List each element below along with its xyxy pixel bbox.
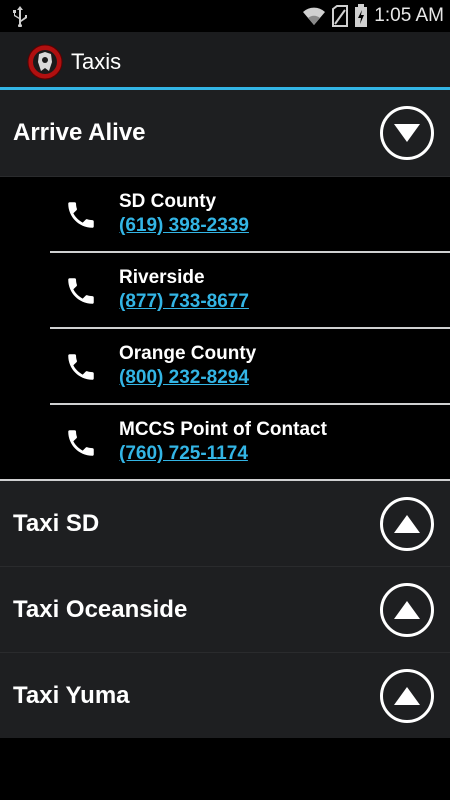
phone-icon[interactable] <box>64 426 98 460</box>
usb-icon <box>13 6 27 27</box>
expand-button[interactable] <box>380 497 434 551</box>
wifi-icon <box>303 7 326 25</box>
contact-phone-link[interactable]: (619) 398-2339 <box>119 215 249 237</box>
section-header-arrive-alive[interactable]: Arrive Alive <box>0 90 450 177</box>
collapse-button[interactable] <box>380 106 434 160</box>
contact-name: SD County <box>119 191 217 212</box>
contact-phone-link[interactable]: (800) 232-8294 <box>119 367 249 389</box>
empty-area <box>0 738 450 800</box>
expand-button[interactable] <box>380 669 434 723</box>
contact-name: MCCS Point of Contact <box>119 419 327 440</box>
contact-name: Orange County <box>119 343 257 364</box>
contact-item[interactable]: MCCS Point of Contact (760) 725-1174 <box>0 405 450 481</box>
section-title: Taxi Yuma <box>13 682 130 709</box>
chevron-up-icon <box>394 515 420 533</box>
status-time: 1:05 AM <box>374 5 444 26</box>
section-title: Taxi Oceanside <box>13 596 188 623</box>
contact-item[interactable]: Riverside (877) 733-8677 <box>0 253 450 329</box>
contact-name: Riverside <box>119 267 205 288</box>
phone-icon[interactable] <box>64 350 98 384</box>
section-header-taxi-yuma[interactable]: Taxi Yuma <box>0 653 450 739</box>
expand-button[interactable] <box>380 583 434 637</box>
no-sim-icon <box>332 5 349 27</box>
section-list: Arrive Alive SD County (619) 398-2339 Ri… <box>0 90 450 739</box>
app-logo[interactable] <box>27 44 63 80</box>
phone-icon[interactable] <box>64 274 98 308</box>
contact-phone-link[interactable]: (877) 733-8677 <box>119 291 249 313</box>
chevron-down-icon <box>394 124 420 142</box>
battery-icon <box>355 4 368 27</box>
contact-item[interactable]: SD County (619) 398-2339 <box>0 177 450 253</box>
action-bar: Taxis <box>0 32 450 90</box>
page-title: Taxis <box>71 49 122 74</box>
section-header-taxi-sd[interactable]: Taxi SD <box>0 481 450 567</box>
section-title: Taxi SD <box>13 510 100 537</box>
section-title: Arrive Alive <box>13 119 146 146</box>
status-bar: 1:05 AM <box>0 0 450 32</box>
chevron-up-icon <box>394 687 420 705</box>
contact-list: SD County (619) 398-2339 Riverside (877)… <box>0 177 450 481</box>
contact-item[interactable]: Orange County (800) 232-8294 <box>0 329 450 405</box>
phone-icon[interactable] <box>64 198 98 232</box>
section-header-taxi-oceanside[interactable]: Taxi Oceanside <box>0 567 450 653</box>
contact-phone-link[interactable]: (760) 725-1174 <box>119 443 248 465</box>
chevron-up-icon <box>394 601 420 619</box>
